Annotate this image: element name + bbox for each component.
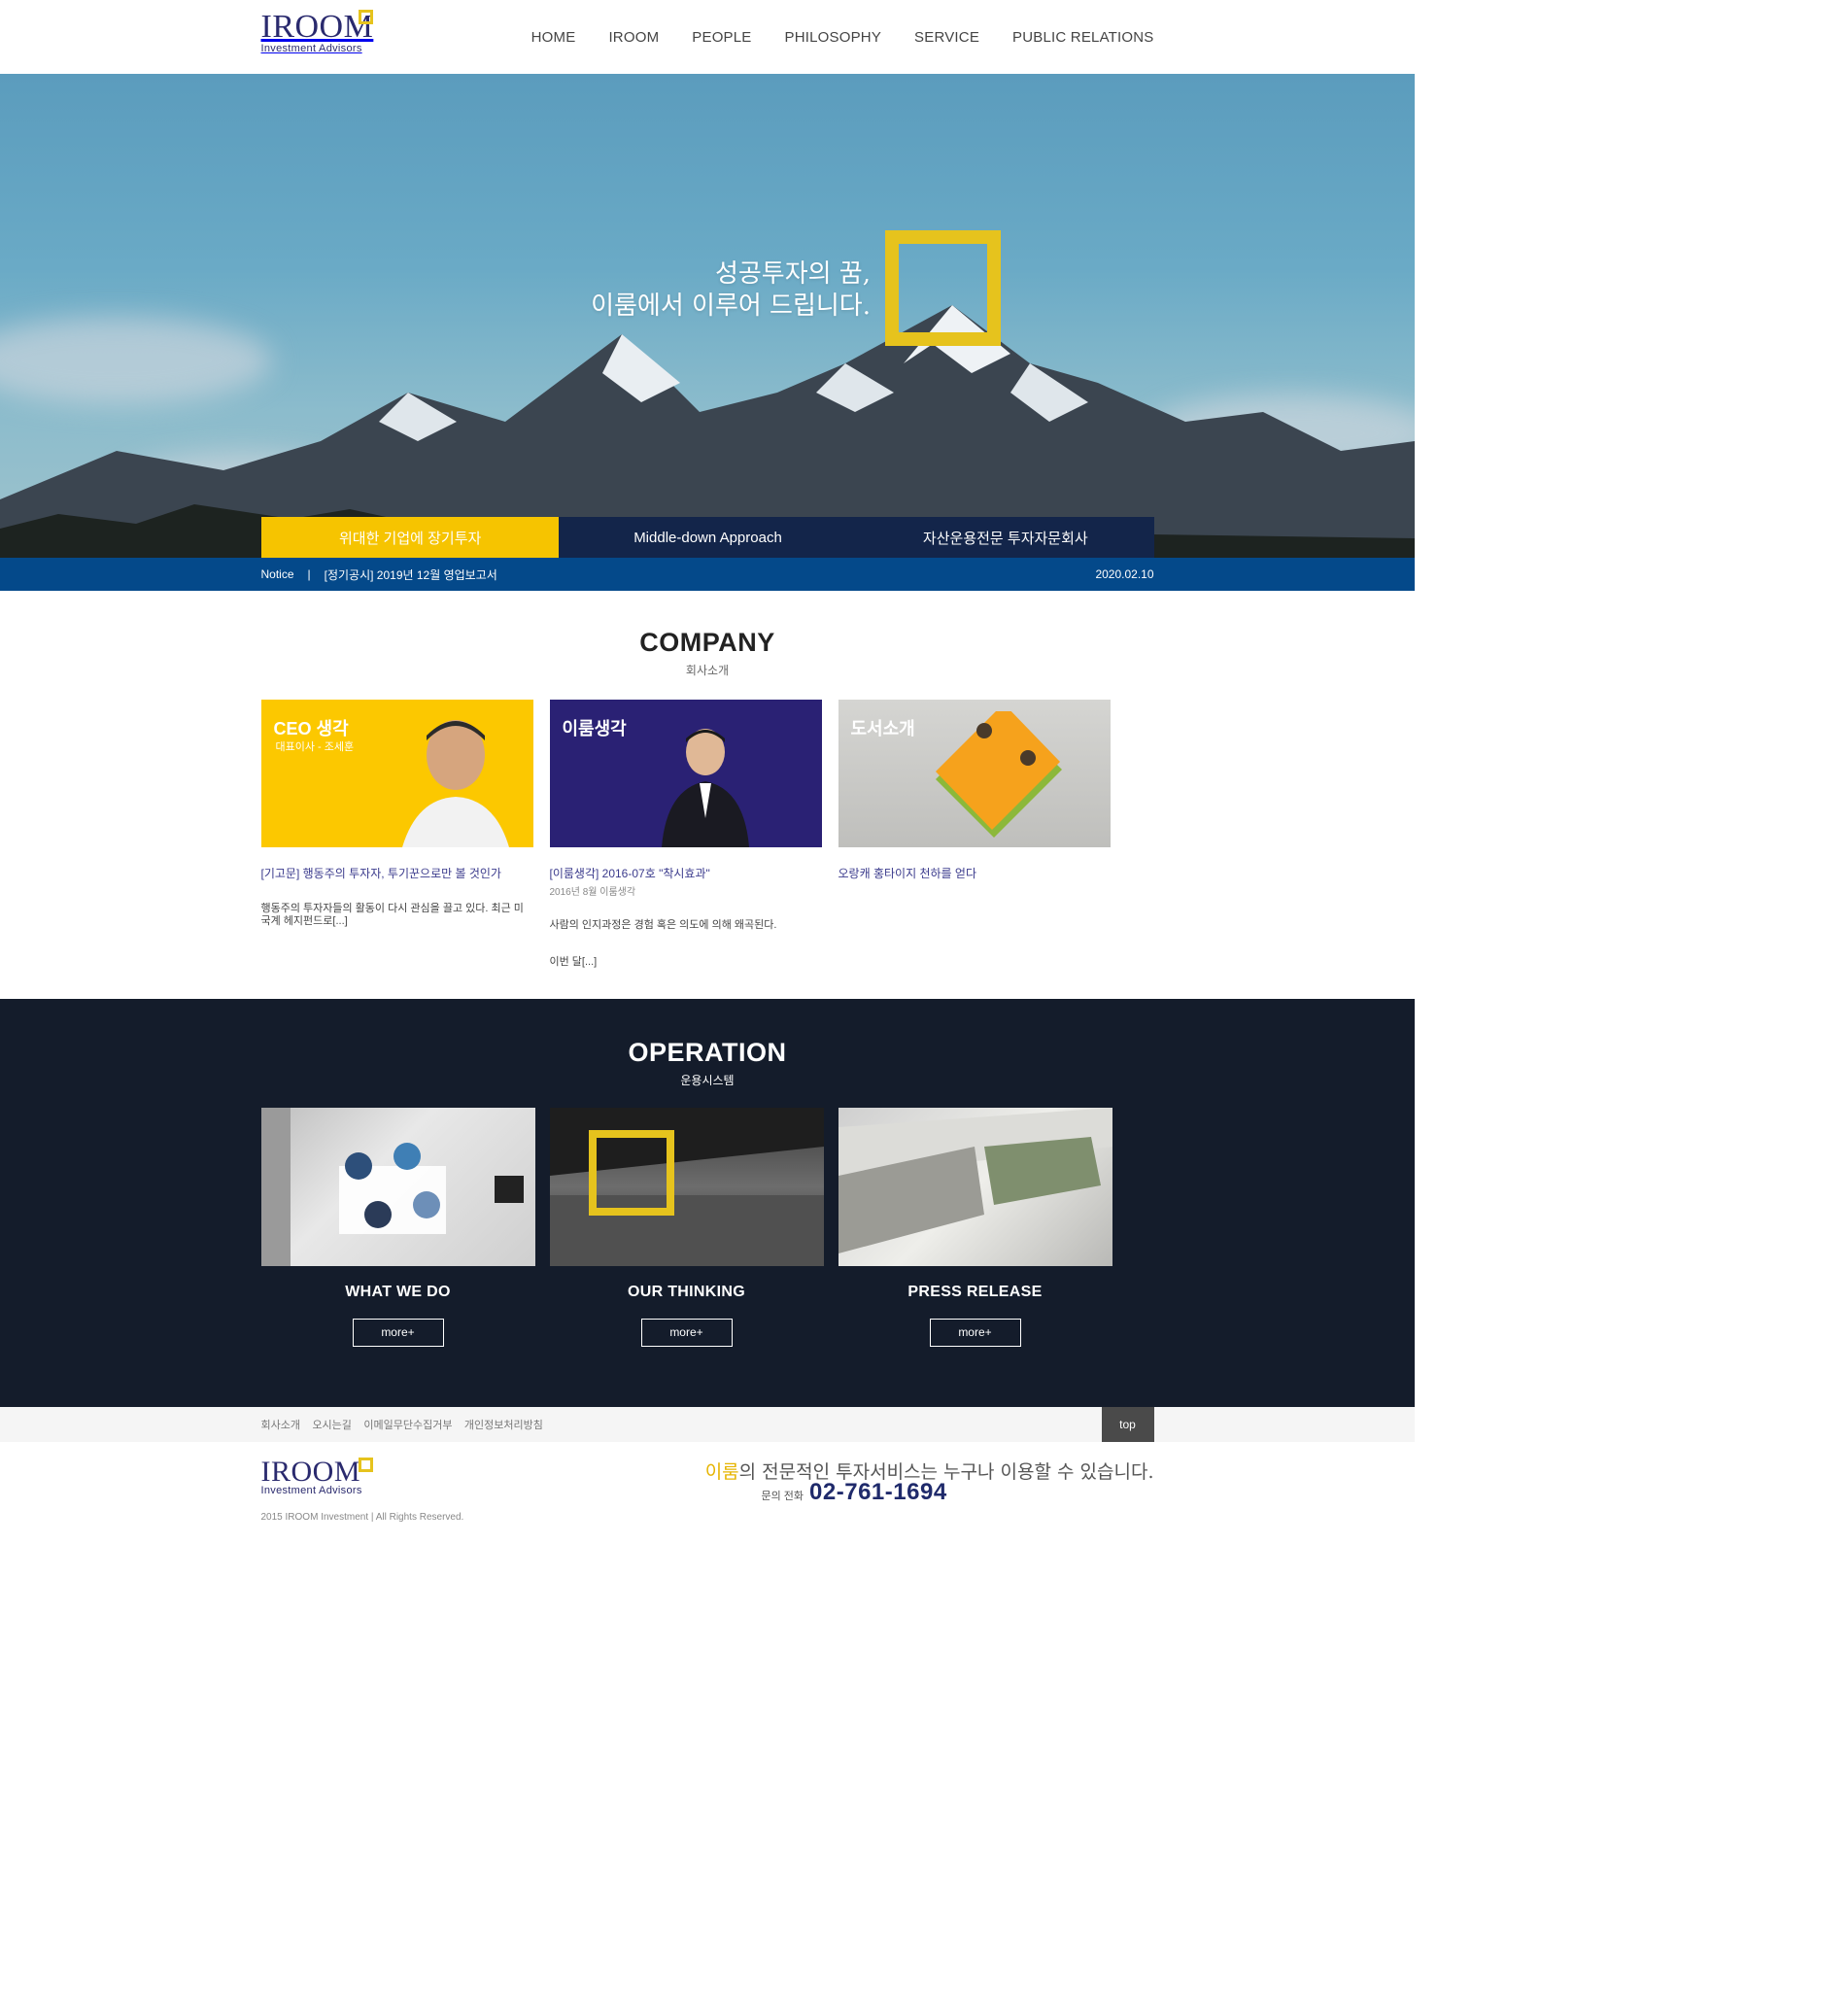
footer-logo-subtitle: Investment Advisors: [260, 1485, 362, 1496]
analyst-portrait: [661, 729, 749, 847]
site-footer: 회사소개 오시는길 이메일무단수집거부 개인정보처리방침 top IROOM I…: [0, 1407, 1415, 1524]
card-book-title: 도서소개: [850, 719, 915, 738]
card-ceo-subtitle: 대표이사 - 조세훈: [275, 741, 355, 753]
nav-philosophy[interactable]: PHILOSOPHY: [785, 29, 882, 46]
card-book-image[interactable]: 도서소개: [838, 700, 1111, 847]
footer-link-privacy[interactable]: 개인정보처리방침: [464, 1420, 543, 1431]
scroll-top-button[interactable]: top: [1101, 1407, 1154, 1442]
op-our-thinking-image[interactable]: [549, 1108, 824, 1266]
hero-tab-long-term[interactable]: 위대한 기업에 장기투자: [261, 517, 560, 558]
company-subtitle: 회사소개: [685, 664, 730, 677]
footer-link-about[interactable]: 회사소개: [261, 1420, 300, 1431]
nav-service[interactable]: SERVICE: [914, 29, 979, 46]
op-press-release-image[interactable]: [838, 1108, 1112, 1266]
airport-terminal-photo: [549, 1108, 824, 1266]
operation-section: OPERATION 운용시스템 WHAT WE DO more+ OUR THI…: [0, 999, 1415, 1407]
hero-tab-advisory[interactable]: 자산운용전문 투자자문회사: [856, 517, 1154, 558]
card-ceo: CEO 생각 대표이사 - 조세훈 [기고문] 행동주의 투자자, 투기꾼으로만…: [260, 700, 533, 969]
site-logo[interactable]: IROOM Investment Advisors: [261, 10, 378, 64]
book-cover-image: [935, 711, 1062, 838]
nav-iroom[interactable]: IROOM: [608, 29, 659, 46]
team-meeting-photo: [260, 1108, 524, 1266]
operation-items: WHAT WE DO more+ OUR THINKING more+ PRES…: [260, 1108, 1154, 1347]
slogan-highlight: 이룸: [704, 1461, 739, 1483]
footer-link-bar: 회사소개 오시는길 이메일무단수집거부 개인정보처리방침 top: [0, 1407, 1415, 1442]
nav-people[interactable]: PEOPLE: [692, 29, 751, 46]
card-iroom-meta: 2016년 8월 이룸생각: [549, 887, 636, 898]
op-what-we-do-image[interactable]: [260, 1108, 535, 1266]
notice-separator: |: [307, 567, 311, 581]
nav-home[interactable]: HOME: [531, 29, 576, 46]
hero-line-2: 이룸에서 이루어 드립니다.: [591, 292, 871, 321]
ceo-portrait: [401, 720, 509, 847]
operation-title: OPERATION: [628, 1038, 787, 1067]
op-our-thinking-more-button[interactable]: more+: [640, 1319, 733, 1347]
operation-subtitle: 운용시스템: [680, 1074, 735, 1087]
hero-tab-middle-down[interactable]: Middle-down Approach: [559, 517, 857, 558]
card-ceo-image[interactable]: CEO 생각 대표이사 - 조세훈: [260, 700, 533, 847]
hero-banner: 성공투자의 꿈, 이룸에서 이루어 드립니다. 위대한 기업에 장기투자 Mid…: [0, 74, 1415, 558]
card-book-link[interactable]: 오랑캐 홍타이지 천하를 얻다: [838, 865, 1111, 881]
notice-label: Notice: [260, 567, 294, 581]
card-iroom-link[interactable]: [이룸생각] 2016-07호 "착시효과": [550, 865, 822, 881]
phone-number[interactable]: 02-761-1694: [809, 1479, 947, 1506]
site-header: IROOM Investment Advisors HOME IROOM PEO…: [0, 0, 1415, 74]
footer-phone: 문의 전화 02-761-1694: [762, 1479, 947, 1506]
op-what-we-do-title: WHAT WE DO: [345, 1284, 451, 1300]
card-book: 도서소개 오랑캐 홍타이지 천하를 얻다: [838, 700, 1111, 969]
hero-tabs: 위대한 기업에 장기투자 Middle-down Approach 자산운용전문…: [261, 517, 1154, 558]
main-nav: HOME IROOM PEOPLE PHILOSOPHY SERVICE PUB…: [531, 29, 1154, 46]
nav-public-relations[interactable]: PUBLIC RELATIONS: [1012, 29, 1153, 46]
op-press-release-title: PRESS RELEASE: [907, 1284, 1043, 1300]
logo-subtitle: Investment Advisors: [260, 43, 362, 54]
footer-main: IROOM Investment Advisors 2015 IROOM Inv…: [0, 1442, 1415, 1524]
newspaper-photo: [838, 1108, 1112, 1253]
op-what-we-do: WHAT WE DO more+: [260, 1108, 535, 1347]
op-our-thinking: OUR THINKING more+: [549, 1108, 824, 1347]
copyright-text: 2015 IROOM Investment | All Rights Reser…: [260, 1512, 464, 1523]
card-iroom-thinking: 이룸생각 [이룸생각] 2016-07호 "착시효과" 2016년 8월 이룸생…: [549, 700, 822, 969]
notice-date: 2020.02.10: [1095, 567, 1154, 581]
logo-square-mark: [358, 10, 373, 24]
footer-link-directions[interactable]: 오시는길: [312, 1420, 351, 1431]
card-iroom-more[interactable]: 이번 달[...]: [550, 953, 822, 969]
notice-link[interactable]: [정기공시] 2019년 12월 영업보고서: [325, 566, 497, 583]
op-press-release: PRESS RELEASE more+: [838, 1108, 1112, 1347]
op-press-release-more-button[interactable]: more+: [929, 1319, 1021, 1347]
footer-links: 회사소개 오시는길 이메일무단수집거부 개인정보처리방침: [261, 1416, 551, 1433]
card-ceo-desc: 행동주의 투자자들의 활동이 다시 관심을 끌고 있다. 최근 미국계 헤지펀드…: [260, 903, 524, 927]
phone-label: 문의 전화: [761, 1491, 804, 1502]
company-section: COMPANY 회사소개 CEO 생각 대표이사 - 조세훈 [기고문] 행동주…: [0, 591, 1415, 999]
notice-bar: Notice | [정기공시] 2019년 12월 영업보고서 2020.02.…: [0, 558, 1415, 591]
footer-link-email-policy[interactable]: 이메일무단수집거부: [363, 1420, 452, 1431]
footer-logo-square-mark: [358, 1458, 373, 1472]
card-iroom-image[interactable]: 이룸생각: [549, 700, 822, 847]
footer-logo[interactable]: IROOM Investment Advisors: [261, 1458, 378, 1512]
hero-line-1: 성공투자의 꿈,: [714, 259, 871, 289]
card-ceo-link[interactable]: [기고문] 행동주의 투자자, 투기꾼으로만 볼 것인가: [261, 865, 533, 881]
card-iroom-desc: 사람의 인지과정은 경험 혹은 의도에 의해 왜곡된다.: [549, 919, 777, 931]
company-cards: CEO 생각 대표이사 - 조세훈 [기고문] 행동주의 투자자, 투기꾼으로만…: [260, 700, 1154, 969]
card-iroom-title: 이룸생각: [562, 719, 627, 738]
hero-yellow-square: [885, 230, 1001, 346]
op-what-we-do-more-button[interactable]: more+: [352, 1319, 444, 1347]
hero-headline: 성공투자의 꿈, 이룸에서 이루어 드립니다.: [591, 258, 871, 323]
company-title: COMPANY: [639, 628, 775, 657]
op-our-thinking-title: OUR THINKING: [628, 1284, 745, 1300]
card-ceo-title: CEO 생각: [273, 719, 349, 738]
